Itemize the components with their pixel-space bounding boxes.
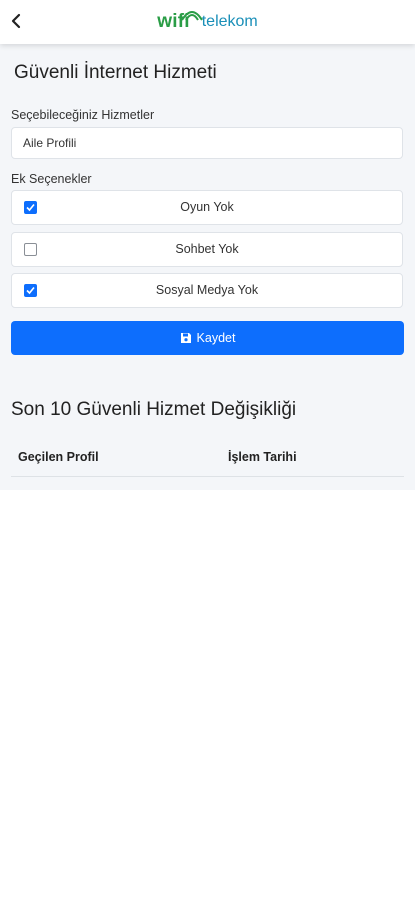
history-title: Son 10 Güvenli Hizmet Değişikliği <box>11 399 297 420</box>
option-label: Sohbet Yok <box>175 242 239 256</box>
option-oyun-yok[interactable]: Oyun Yok <box>11 190 403 225</box>
save-button-label: Kaydet <box>196 331 236 345</box>
brand-logo: wifi telekom <box>0 6 415 38</box>
logo-telekom-text: telekom <box>201 13 258 30</box>
option-label: Sosyal Medya Yok <box>155 283 259 297</box>
wifi-signal-icon <box>180 11 203 21</box>
option-sohbet-yok[interactable]: Sohbet Yok <box>11 232 403 267</box>
column-header-date: İşlem Tarihi <box>228 450 297 464</box>
page-title: Güvenli İnternet Hizmeti <box>14 62 217 83</box>
column-header-profile: Geçilen Profil <box>18 450 99 464</box>
save-button[interactable]: Kaydet <box>11 321 404 355</box>
main-content: Güvenli İnternet Hizmeti Seçebileceğiniz… <box>0 44 415 490</box>
app-header: wifi telekom <box>0 0 415 44</box>
option-label: Oyun Yok <box>180 200 234 214</box>
option-sosyal-medya-yok[interactable]: Sosyal Medya Yok <box>11 273 403 308</box>
save-disk-icon <box>180 332 192 344</box>
service-select[interactable]: Aile Profili <box>11 127 403 159</box>
service-select-value: Aile Profili <box>23 136 77 150</box>
history-table-header: Geçilen Profil İşlem Tarihi <box>11 446 404 477</box>
options-label: Ek Seçenekler <box>11 172 92 186</box>
services-label: Seçebileceğiniz Hizmetler <box>11 108 155 122</box>
